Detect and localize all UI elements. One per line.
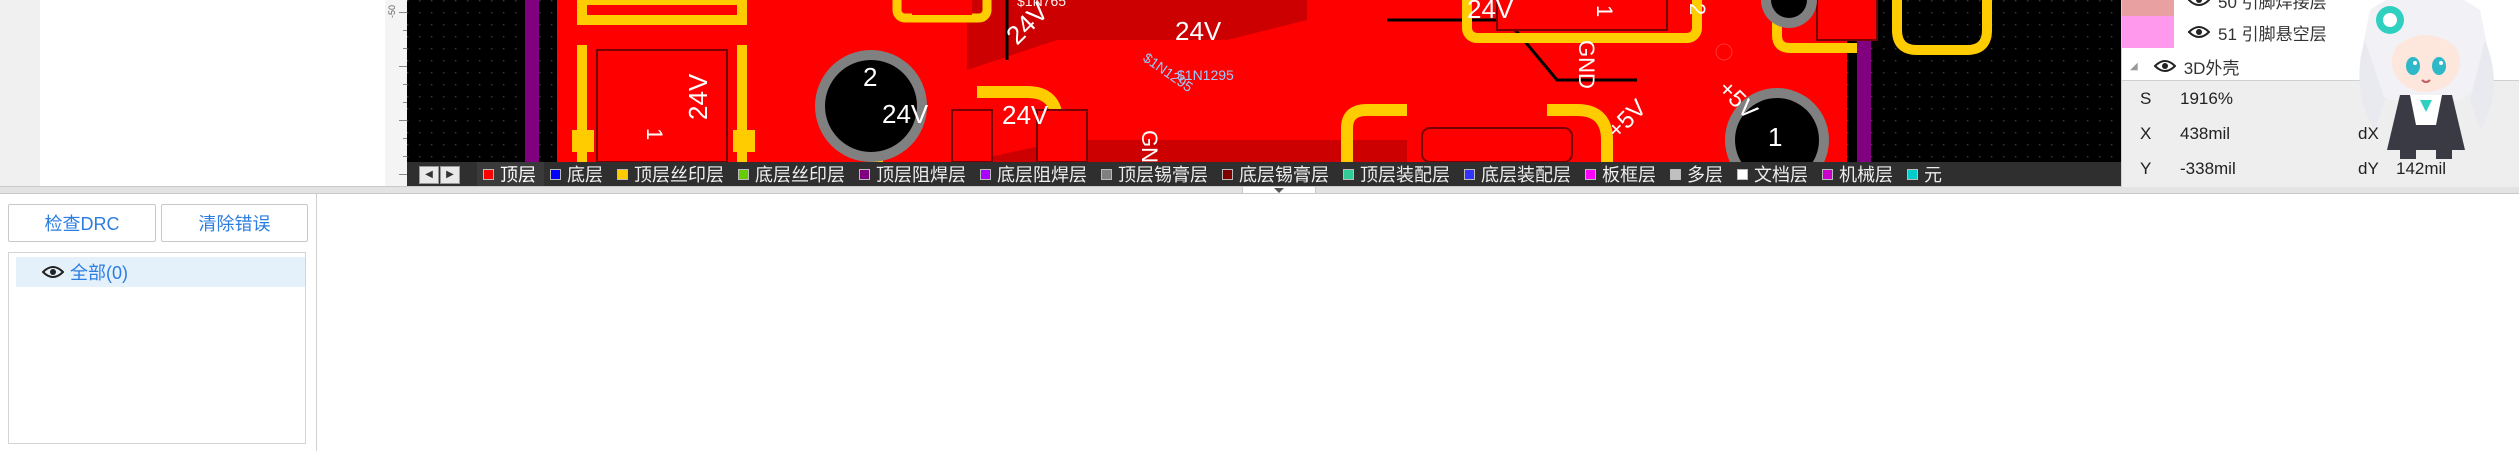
layer-tab-label: 板框层 [1602, 165, 1656, 185]
left-toolbar-panel [0, 0, 41, 186]
layer-color-swatch [2122, 16, 2174, 48]
net-label-24v-e: 24V [1002, 100, 1049, 130]
pin-label-1a: 1 [642, 128, 667, 140]
layer-tab[interactable]: 文档层 [1731, 162, 1816, 186]
layer-tab-label: 顶层锡膏层 [1118, 165, 1208, 185]
prop-key: X [2140, 124, 2152, 143]
eye-icon[interactable] [2153, 59, 2176, 73]
layer-tab[interactable]: 顶层阻焊层 [853, 162, 974, 186]
eye-icon[interactable] [2188, 0, 2210, 7]
layer-tab-label: 底层 [567, 165, 603, 185]
layer-swatch [1585, 168, 1596, 180]
layer-tab-label: 机械层 [1839, 165, 1893, 185]
gnd-label-b: GND [1137, 130, 1162, 162]
board-outline-left [525, 0, 539, 162]
layer-tab-label: 顶层丝印层 [634, 165, 724, 185]
layer-tab[interactable]: 底层丝印层 [732, 162, 853, 186]
layer-swatch [1907, 168, 1918, 180]
vertical-ruler: -50 [385, 0, 408, 186]
clear-errors-button[interactable]: 清除错误 [161, 204, 308, 242]
layer-tab[interactable]: 顶层 [477, 162, 544, 186]
document-tree-panel [40, 0, 386, 186]
layer-swatch [1343, 168, 1354, 180]
layer-tab[interactable]: 底层锡膏层 [1216, 162, 1337, 186]
layer-tab-label: 底层锡膏层 [1239, 165, 1329, 185]
layer-tab[interactable]: 顶层装配层 [1337, 162, 1458, 186]
net-label-24v-a: 24V [683, 73, 713, 120]
prop-key: Y [2140, 159, 2152, 178]
pin-label-1b: 1 [1592, 5, 1617, 17]
pcb-canvas[interactable]: 24V 24V 24V 24V 24V 24V 2 1 +5V +5V GND … [407, 0, 2121, 162]
prop-key: S [2140, 89, 2152, 108]
gnd-label-a: GND [1574, 40, 1599, 89]
layer-tab[interactable]: 底层 [544, 162, 611, 186]
top-text-label: $1N765 [1017, 0, 1066, 9]
pad-label-2: 2 [863, 62, 877, 92]
collapse-arrow-icon[interactable] [1274, 188, 1284, 193]
layer-tab-bar: ◀ ▶ 顶层 底层 顶层丝印层 底层丝印层 顶层阻焊层 底层阻焊层 顶层锡膏层 底层锡膏层 顶层… [407, 162, 2121, 186]
layer-swatch [980, 168, 991, 180]
net-label-24v-d: 24V [882, 99, 929, 129]
layer-next-button[interactable]: ▶ [440, 166, 460, 184]
ruler-label: -50 [387, 4, 397, 18]
drc-panel: 检查DRC 清除错误 全部(0) [0, 194, 317, 451]
layer-tab-label: 顶层阻焊层 [876, 165, 966, 185]
layer-swatch [859, 168, 870, 180]
layer-tab[interactable]: 底层阻焊层 [974, 162, 1095, 186]
net-label-24v-c: 24V [1175, 16, 1222, 46]
prop-value: -338mil [2180, 159, 2236, 178]
pin-label-2: 2 [1685, 3, 1710, 15]
drc-all-label: 全部(0) [70, 263, 128, 283]
layer-label: 51 引脚悬空层 [2218, 24, 2327, 44]
layer-prev-button[interactable]: ◀ [419, 166, 439, 184]
layer-tab-label: 底层丝印层 [755, 165, 845, 185]
prop-value: 438mil [2180, 124, 2231, 143]
layer-tab-label: 元 [1924, 165, 1942, 185]
view-3d-label: 3D外壳 [2183, 58, 2240, 78]
layer-swatch [738, 168, 749, 180]
layer-tab-label: 底层装配层 [1481, 165, 1571, 185]
layer-swatch [483, 168, 494, 180]
layer-tab-label: 文档层 [1754, 165, 1808, 185]
layer-tab[interactable]: 顶层锡膏层 [1095, 162, 1216, 186]
expand-arrow-icon[interactable]: ◢ [2130, 61, 2138, 72]
layer-tab[interactable]: 元 [1901, 162, 1950, 186]
mascot-avatar[interactable] [2330, 0, 2519, 162]
layer-color-swatch [2122, 0, 2174, 16]
eye-icon[interactable] [2188, 25, 2210, 39]
prop-value: 1916% [2180, 89, 2233, 108]
layer-tab[interactable]: 多层 [1664, 162, 1731, 186]
layer-tabs: 顶层 底层 顶层丝印层 底层丝印层 顶层阻焊层 底层阻焊层 顶层锡膏层 底层锡膏层 顶层装配层 底… [477, 162, 1950, 186]
layer-swatch [1464, 168, 1475, 180]
net-label-24v-f: 24V [1467, 0, 1514, 24]
eye-icon[interactable] [42, 265, 64, 279]
layer-swatch [1670, 168, 1681, 180]
layer-swatch [1822, 168, 1833, 180]
layer-tab[interactable]: 板框层 [1579, 162, 1664, 186]
layer-label: 50 引脚焊接层 [2218, 0, 2327, 12]
layer-swatch [1101, 168, 1112, 180]
layer-swatch [617, 168, 628, 180]
layer-swatch [550, 168, 561, 180]
layer-tab-label: 顶层装配层 [1360, 165, 1450, 185]
layer-tab-label: 顶层 [500, 165, 536, 185]
check-drc-button[interactable]: 检查DRC [8, 204, 156, 242]
layer-tab-label: 多层 [1687, 165, 1723, 185]
layer-tab[interactable]: 机械层 [1816, 162, 1901, 186]
drc-all-item[interactable]: 全部(0) [16, 257, 305, 287]
drc-error-list: 全部(0) [8, 252, 306, 444]
pcb-drawing[interactable]: 24V 24V 24V 24V 24V 24V 2 1 +5V +5V GND … [407, 0, 2121, 162]
layer-tab[interactable]: 顶层丝印层 [611, 162, 732, 186]
layer-tab-label: 底层阻焊层 [997, 165, 1087, 185]
layer-swatch [1737, 168, 1748, 180]
pad-label-1-right: 1 [1768, 122, 1782, 152]
layer-swatch [1222, 168, 1233, 180]
layer-tab[interactable]: 底层装配层 [1458, 162, 1579, 186]
